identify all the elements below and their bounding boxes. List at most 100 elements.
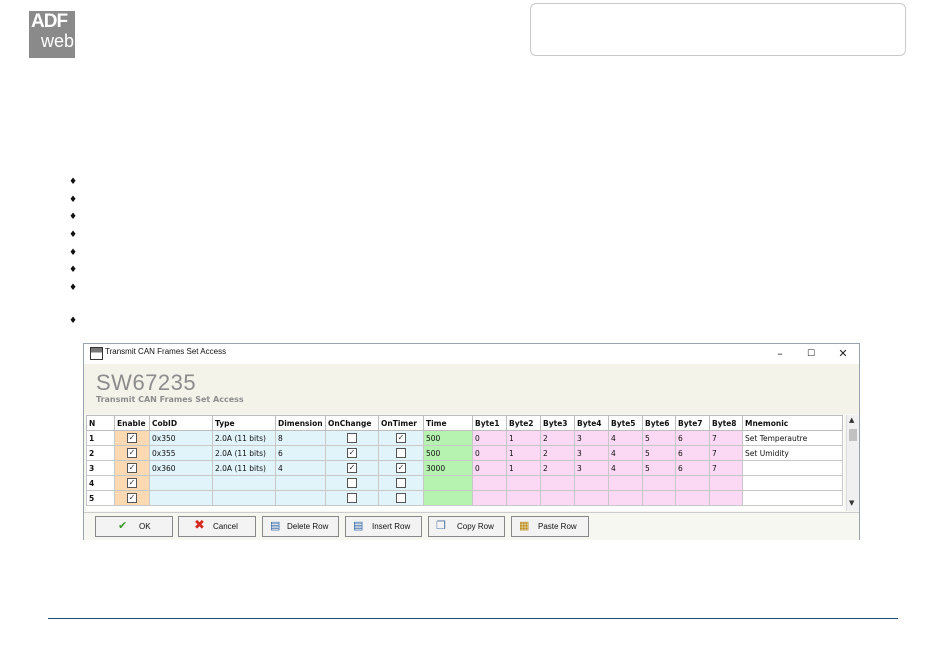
ontimer-cell[interactable] [378, 445, 424, 461]
ontimer-cell[interactable] [378, 475, 424, 491]
byte-cell[interactable] [574, 475, 609, 491]
byte-cell[interactable] [574, 490, 609, 506]
table-row[interactable]: 10x3502.0A (11 bits)850001234567Set Temp… [86, 430, 843, 446]
byte-cell[interactable] [642, 475, 676, 491]
onchange-checkbox[interactable] [347, 448, 357, 458]
byte-cell[interactable]: 0 [472, 445, 507, 461]
enable-checkbox[interactable] [127, 448, 137, 458]
cobid-cell[interactable] [149, 490, 213, 506]
byte-cell[interactable]: 1 [506, 445, 541, 461]
mnemonic-cell[interactable] [742, 490, 843, 506]
time-cell[interactable]: 500 [423, 430, 473, 446]
ontimer-checkbox[interactable] [396, 448, 406, 458]
type-cell[interactable]: 2.0A (11 bits) [212, 445, 276, 461]
scroll-down-icon[interactable]: ▼ [849, 499, 854, 507]
time-cell[interactable] [423, 475, 473, 491]
table-row[interactable]: 4 [86, 475, 843, 491]
cancel-button[interactable]: ✖ Cancel [178, 516, 256, 537]
paste-row-button[interactable]: ▦ Paste Row [511, 516, 589, 537]
enable-checkbox[interactable] [127, 463, 137, 473]
time-cell[interactable]: 500 [423, 445, 473, 461]
table-row[interactable]: 20x3552.0A (11 bits)650001234567Set Umid… [86, 445, 843, 461]
frames-grid[interactable]: N Enable CobID Type Dimension OnChange OnTimer… [86, 415, 844, 511]
byte-cell[interactable]: 0 [472, 430, 507, 446]
byte-cell[interactable]: 3 [574, 460, 609, 476]
onchange-checkbox[interactable] [347, 463, 357, 473]
dimension-cell[interactable]: 4 [275, 460, 326, 476]
byte-cell[interactable] [506, 490, 541, 506]
byte-cell[interactable] [540, 490, 575, 506]
byte-cell[interactable] [709, 490, 743, 506]
cobid-cell[interactable]: 0x355 [149, 445, 213, 461]
ontimer-cell[interactable] [378, 490, 424, 506]
enable-checkbox[interactable] [127, 493, 137, 503]
byte-cell[interactable] [472, 475, 507, 491]
type-cell[interactable]: 2.0A (11 bits) [212, 460, 276, 476]
byte-cell[interactable]: 2 [540, 460, 575, 476]
byte-cell[interactable]: 4 [608, 430, 643, 446]
dimension-cell[interactable] [275, 475, 326, 491]
dimension-cell[interactable]: 8 [275, 430, 326, 446]
mnemonic-cell[interactable] [742, 460, 843, 476]
ontimer-checkbox[interactable] [396, 433, 406, 443]
onchange-cell[interactable] [325, 460, 379, 476]
scroll-up-icon[interactable]: ▲ [849, 416, 854, 424]
insert-row-button[interactable]: ▤ Insert Row [345, 516, 422, 537]
dimension-cell[interactable] [275, 490, 326, 506]
cobid-cell[interactable]: 0x360 [149, 460, 213, 476]
byte-cell[interactable]: 3 [574, 430, 609, 446]
byte-cell[interactable]: 2 [540, 430, 575, 446]
scroll-thumb[interactable] [849, 429, 857, 441]
close-button[interactable]: ✕ [829, 346, 857, 362]
byte-cell[interactable]: 4 [608, 460, 643, 476]
byte-cell[interactable] [675, 490, 710, 506]
byte-cell[interactable]: 2 [540, 445, 575, 461]
byte-cell[interactable]: 6 [675, 445, 710, 461]
enable-cell[interactable] [114, 490, 150, 506]
ontimer-checkbox[interactable] [396, 478, 406, 488]
byte-cell[interactable]: 3 [574, 445, 609, 461]
mnemonic-cell[interactable]: Set Temperautre [742, 430, 843, 446]
type-cell[interactable] [212, 475, 276, 491]
byte-cell[interactable]: 7 [709, 460, 743, 476]
ontimer-cell[interactable] [378, 460, 424, 476]
onchange-checkbox[interactable] [347, 478, 357, 488]
vertical-scrollbar[interactable]: ▲ ▼ [846, 415, 859, 511]
onchange-cell[interactable] [325, 475, 379, 491]
byte-cell[interactable] [709, 475, 743, 491]
dimension-cell[interactable]: 6 [275, 445, 326, 461]
onchange-cell[interactable] [325, 445, 379, 461]
byte-cell[interactable]: 5 [642, 460, 676, 476]
cobid-cell[interactable] [149, 475, 213, 491]
onchange-checkbox[interactable] [347, 433, 357, 443]
byte-cell[interactable]: 7 [709, 430, 743, 446]
byte-cell[interactable]: 6 [675, 430, 710, 446]
mnemonic-cell[interactable]: Set Umidity [742, 445, 843, 461]
byte-cell[interactable] [472, 490, 507, 506]
enable-cell[interactable] [114, 445, 150, 461]
onchange-cell[interactable] [325, 430, 379, 446]
table-row[interactable]: 30x3602.0A (11 bits)4300001234567 [86, 460, 843, 476]
byte-cell[interactable] [642, 490, 676, 506]
byte-cell[interactable] [540, 475, 575, 491]
ontimer-checkbox[interactable] [396, 463, 406, 473]
table-row[interactable]: 5 [86, 490, 843, 506]
delete-row-button[interactable]: ▤ Delete Row [262, 516, 339, 537]
cobid-cell[interactable]: 0x350 [149, 430, 213, 446]
byte-cell[interactable] [608, 475, 643, 491]
mnemonic-cell[interactable] [742, 475, 843, 491]
onchange-checkbox[interactable] [347, 493, 357, 503]
byte-cell[interactable]: 7 [709, 445, 743, 461]
maximize-button[interactable]: ☐ [797, 346, 825, 362]
byte-cell[interactable]: 1 [506, 460, 541, 476]
minimize-button[interactable]: – [766, 346, 794, 362]
ok-button[interactable]: ✔ OK [95, 516, 173, 537]
enable-checkbox[interactable] [127, 478, 137, 488]
enable-cell[interactable] [114, 475, 150, 491]
time-cell[interactable] [423, 490, 473, 506]
type-cell[interactable] [212, 490, 276, 506]
type-cell[interactable]: 2.0A (11 bits) [212, 430, 276, 446]
ontimer-cell[interactable] [378, 430, 424, 446]
enable-cell[interactable] [114, 460, 150, 476]
enable-cell[interactable] [114, 430, 150, 446]
